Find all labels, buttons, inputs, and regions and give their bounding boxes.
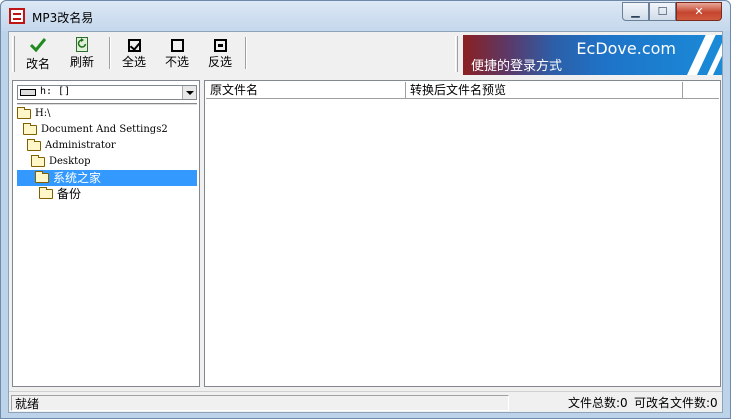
close-button[interactable]: ✕ bbox=[676, 2, 722, 21]
toolbar: 改名 刷新 全选 不选 反选 EcDove.com 便捷的登录方式 bbox=[9, 32, 722, 76]
refresh-icon bbox=[76, 37, 88, 52]
column-header-original[interactable]: 原文件名 bbox=[206, 82, 406, 99]
folder-icon bbox=[27, 139, 41, 151]
folder-icon bbox=[23, 123, 37, 135]
close-icon: ✕ bbox=[694, 5, 704, 18]
tree-item[interactable]: Desktop bbox=[31, 154, 197, 170]
checkmark-icon bbox=[29, 36, 47, 54]
select-all-button[interactable]: 全选 bbox=[119, 36, 149, 72]
invert-button[interactable]: 反选 bbox=[205, 36, 235, 72]
select-none-button[interactable]: 不选 bbox=[162, 36, 192, 72]
file-list[interactable]: 原文件名 转换后文件名预览 bbox=[204, 80, 721, 387]
toolbar-grip[interactable] bbox=[12, 36, 15, 72]
total-files-count: 文件总数:0 bbox=[568, 396, 628, 410]
status-bar: 就绪 文件总数:0 可改名文件数:0 bbox=[9, 391, 722, 412]
status-text: 就绪 bbox=[11, 395, 509, 411]
window-controls: ▁ ☐ ✕ bbox=[622, 2, 722, 21]
column-header-empty bbox=[683, 82, 719, 99]
drive-selector[interactable]: h: [] bbox=[17, 85, 197, 100]
app-window: MP3改名易 ▁ ☐ ✕ 改名 刷新 全选 不选 反选 EcDove.com 便… bbox=[0, 0, 731, 419]
tree-item-label: 系统之家 bbox=[53, 171, 102, 185]
toolbar-separator bbox=[109, 37, 111, 69]
refresh-label: 刷新 bbox=[69, 55, 94, 69]
folder-pane: h: [] H:\ Document And Settings2 Adminis… bbox=[12, 80, 200, 387]
refresh-button[interactable]: 刷新 bbox=[67, 36, 97, 72]
empty-box-icon bbox=[170, 39, 184, 52]
tree-item-label: Administrator bbox=[45, 140, 116, 151]
renamable-files-count: 可改名文件数:0 bbox=[634, 396, 718, 410]
banner-brand: EcDove.com bbox=[576, 39, 676, 58]
window-title: MP3改名易 bbox=[32, 11, 94, 25]
client-area: 改名 刷新 全选 不选 反选 EcDove.com 便捷的登录方式 h: [] … bbox=[8, 31, 723, 413]
toolbar-separator bbox=[245, 37, 247, 69]
divider bbox=[17, 103, 197, 105]
folder-icon bbox=[31, 155, 45, 167]
tree-item-selected[interactable]: 系统之家 bbox=[17, 170, 197, 186]
mp3-app-icon[interactable] bbox=[9, 8, 25, 24]
ad-banner[interactable]: EcDove.com 便捷的登录方式 bbox=[463, 35, 722, 75]
folder-icon bbox=[17, 107, 31, 119]
tree-item-label: 备份 bbox=[57, 187, 82, 201]
tree-item[interactable]: Document And Settings2 bbox=[23, 122, 197, 138]
tree-item[interactable]: 备份 bbox=[39, 186, 197, 202]
maximize-button[interactable]: ☐ bbox=[649, 2, 676, 21]
column-header-preview[interactable]: 转换后文件名预览 bbox=[406, 82, 683, 99]
select-all-label: 全选 bbox=[121, 55, 146, 69]
tree-item-label: Document And Settings2 bbox=[41, 124, 168, 135]
chevron-down-icon[interactable] bbox=[182, 86, 196, 99]
folder-icon bbox=[35, 171, 49, 183]
select-none-label: 不选 bbox=[164, 55, 189, 69]
drive-selected-value: h: [] bbox=[40, 86, 71, 97]
tree-item[interactable]: Administrator bbox=[27, 138, 197, 154]
rename-label: 改名 bbox=[25, 57, 50, 71]
folder-icon bbox=[39, 187, 53, 199]
invert-label: 反选 bbox=[207, 55, 232, 69]
banner-slogan: 便捷的登录方式 bbox=[471, 59, 563, 74]
minimize-button[interactable]: ▁ bbox=[622, 2, 649, 21]
tree-item-label: Desktop bbox=[49, 156, 91, 167]
drive-icon bbox=[20, 89, 36, 96]
banner-grip[interactable] bbox=[455, 36, 458, 72]
invert-box-icon bbox=[213, 39, 227, 52]
minimize-icon: ▁ bbox=[631, 5, 640, 18]
rename-button[interactable]: 改名 bbox=[23, 36, 53, 72]
checked-box-icon bbox=[127, 39, 141, 52]
title-bar[interactable]: MP3改名易 ▁ ☐ ✕ bbox=[1, 1, 730, 31]
tree-item-label: H:\ bbox=[35, 108, 51, 119]
tree-item[interactable]: H:\ bbox=[17, 106, 197, 122]
maximize-icon: ☐ bbox=[657, 5, 668, 18]
